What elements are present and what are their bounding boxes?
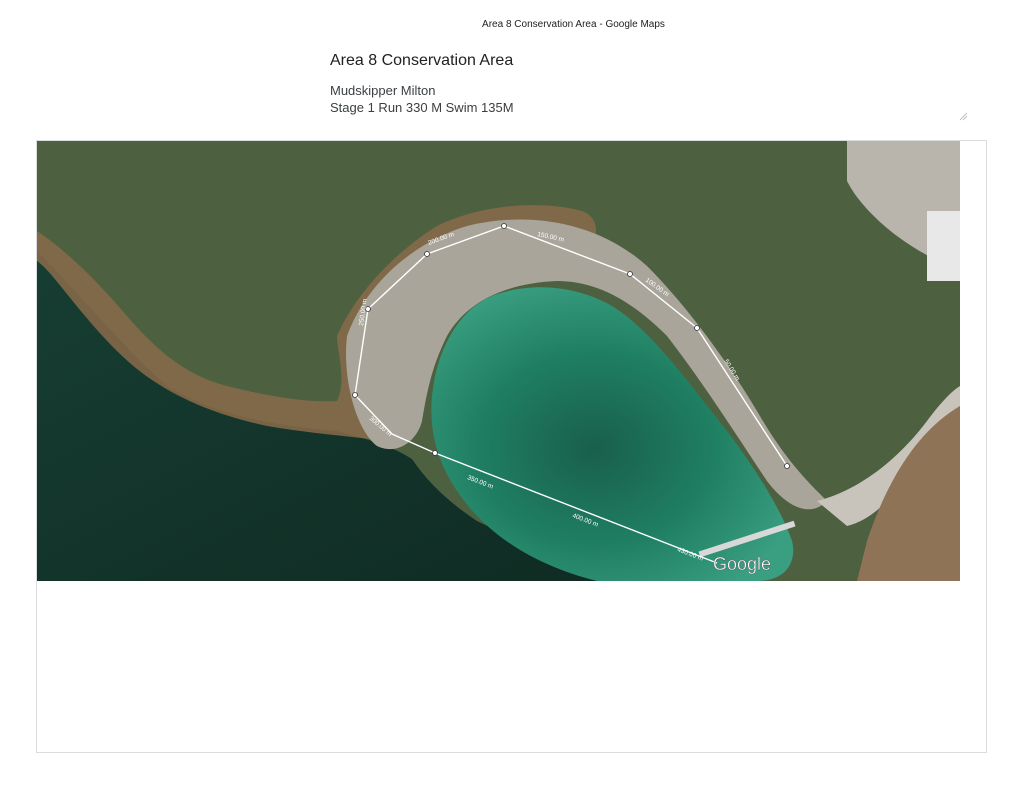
map-title: Area 8 Conservation Area <box>330 52 514 69</box>
map-info-panel: Area 8 Conservation Area Mudskipper Milt… <box>330 52 970 116</box>
description-line-1: Mudskipper Milton <box>330 83 436 98</box>
description-line-2: Stage 1 Run 330 M Swim 135M <box>330 100 514 115</box>
building <box>927 211 960 281</box>
google-watermark: Google <box>713 554 771 574</box>
print-page-header: Area 8 Conservation Area - Google Maps <box>482 19 665 30</box>
resize-handle-icon[interactable] <box>958 108 968 121</box>
satellite-map[interactable]: 200.00 m 150.00 m 100.00 m 50.00 m 250.0… <box>37 141 960 581</box>
map-canvas: 200.00 m 150.00 m 100.00 m 50.00 m 250.0… <box>37 141 960 581</box>
map-description: Mudskipper Milton Stage 1 Run 330 M Swim… <box>330 82 970 116</box>
